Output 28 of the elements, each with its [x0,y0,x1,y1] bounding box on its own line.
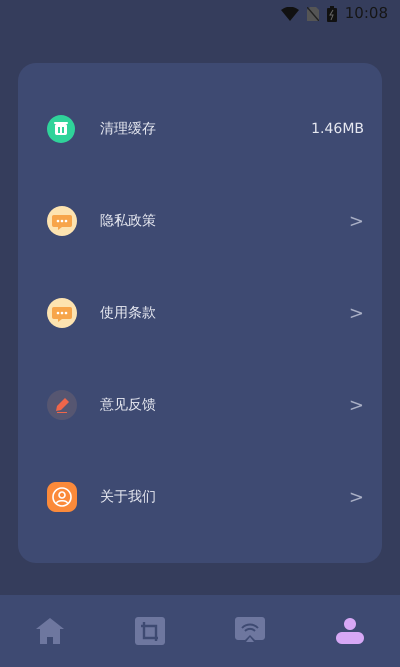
chevron: > [348,210,364,234]
settings-row[interactable]: 意见反馈 > [18,375,382,435]
row-label: 意见反馈 [100,396,157,414]
settings-row[interactable]: 清理缓存 1.46MB [18,99,382,159]
home-icon [35,617,65,645]
cast-icon [235,617,265,645]
crop-icon [135,617,165,645]
chat-icon [46,205,78,237]
battery-icon [326,6,337,22]
user-icon [46,481,78,513]
row-label: 使用条款 [100,304,157,322]
pencil-icon [46,389,78,421]
row-label: 关于我们 [100,488,157,506]
chevron: > [348,486,364,510]
wifi-icon [280,6,299,20]
settings-row[interactable]: 隐私政策 > [18,191,382,251]
settings-row[interactable]: 关于我们 > [18,467,382,527]
trash-icon [46,114,76,144]
chevron: > [348,394,364,418]
chevron: > [348,302,364,326]
row-label: 隐私政策 [100,212,157,230]
status-time: 10:08 [344,3,388,24]
no-sim-icon [306,6,319,20]
settings-row[interactable]: 使用条款 > [18,283,382,343]
chat-icon [46,297,78,329]
profile-icon [335,617,365,645]
cache-size: 1.46MB [311,120,364,138]
row-label: 清理缓存 [100,120,157,138]
